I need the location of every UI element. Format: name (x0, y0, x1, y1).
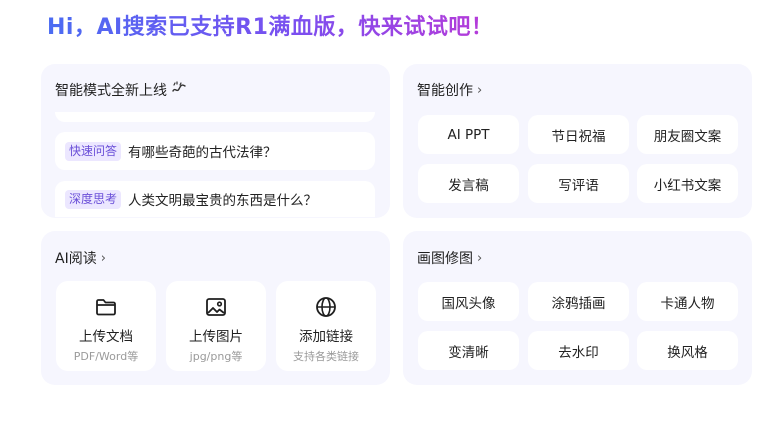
edit-item-remove-watermark[interactable]: 去水印 (528, 331, 629, 370)
smart-mode-title: 智能模式全新上线 (55, 80, 187, 100)
create-item-greetings[interactable]: 节日祝福 (528, 115, 629, 154)
edit-item-restyle[interactable]: 换风格 (637, 331, 738, 370)
ai-read-title-text: AI阅读 (55, 251, 97, 267)
create-item-moments-copy[interactable]: 朋友圈文案 (637, 115, 738, 154)
smart-create-title-text: 智能创作 (417, 83, 473, 99)
create-item-xiaohongshu[interactable]: 小红书文案 (637, 164, 738, 203)
chevron-right-icon: › (477, 250, 483, 266)
create-item-ai-ppt[interactable]: AI PPT (418, 115, 519, 154)
question-text: 有哪些奇葩的古代法律？ (128, 145, 277, 161)
add-link-button[interactable]: 添加链接 支持各类链接 (276, 281, 376, 371)
upload-image-button[interactable]: 上传图片 jpg/png等 (166, 281, 266, 371)
image-edit-card: 画图修图 › 国风头像 涂鸦插画 卡通人物 变清晰 去水印 换风格 (403, 231, 752, 385)
partial-question-row[interactable] (55, 112, 375, 122)
question-text: 人类文明最宝贵的东西是什么？ (128, 193, 318, 209)
upload-document-sub: PDF/Word等 (73, 350, 139, 363)
edit-item-sharpen[interactable]: 变清晰 (418, 331, 519, 370)
question-row-deep[interactable]: 深度思考 人类文明最宝贵的东西是什么？ (55, 181, 375, 217)
edit-item-doodle[interactable]: 涂鸦插画 (528, 282, 629, 321)
image-edit-title[interactable]: 画图修图 › (417, 248, 482, 268)
add-link-sub: 支持各类链接 (293, 350, 359, 363)
image-icon (204, 295, 228, 319)
smart-mode-card: 智能模式全新上线 快速问答 有哪些奇葩的古代法律？ 深度思考 人类文明最宝贵的东… (41, 64, 390, 218)
ai-read-card: AI阅读 › 上传文档 PDF/Word等 上传图片 jpg/png等 添加链接… (41, 231, 390, 385)
upload-image-label: 上传图片 (189, 329, 243, 345)
create-item-comment[interactable]: 写评语 (528, 164, 629, 203)
upload-document-label: 上传文档 (79, 329, 133, 345)
tag-quick-answer: 快速问答 (65, 141, 122, 161)
edit-item-guofeng-avatar[interactable]: 国风头像 (418, 282, 519, 321)
question-row-quick[interactable]: 快速问答 有哪些奇葩的古代法律？ (55, 132, 375, 170)
ai-read-title[interactable]: AI阅读 › (55, 248, 106, 268)
chevron-right-icon: › (100, 250, 106, 266)
headline: Hi，AI搜索已支持R1满血版，快来试试吧！ (47, 15, 494, 40)
smart-mode-title-text: 智能模式全新上线 (55, 83, 167, 99)
upload-image-sub: jpg/png等 (189, 350, 243, 363)
smart-create-card: 智能创作 › AI PPT 节日祝福 朋友圈文案 发言稿 写评语 小红书文案 (403, 64, 752, 218)
upload-document-button[interactable]: 上传文档 PDF/Word等 (56, 281, 156, 371)
smart-create-title[interactable]: 智能创作 › (417, 80, 482, 100)
tag-deep-think: 深度思考 (65, 189, 122, 209)
create-item-speech[interactable]: 发言稿 (418, 164, 519, 203)
image-edit-title-text: 画图修图 (417, 251, 473, 267)
add-link-label: 添加链接 (299, 329, 353, 345)
folder-icon (94, 295, 118, 319)
globe-icon (314, 295, 338, 319)
edit-item-cartoon[interactable]: 卡通人物 (637, 282, 738, 321)
chevron-right-icon: › (477, 82, 483, 98)
sparkle-wave-icon (171, 80, 187, 100)
